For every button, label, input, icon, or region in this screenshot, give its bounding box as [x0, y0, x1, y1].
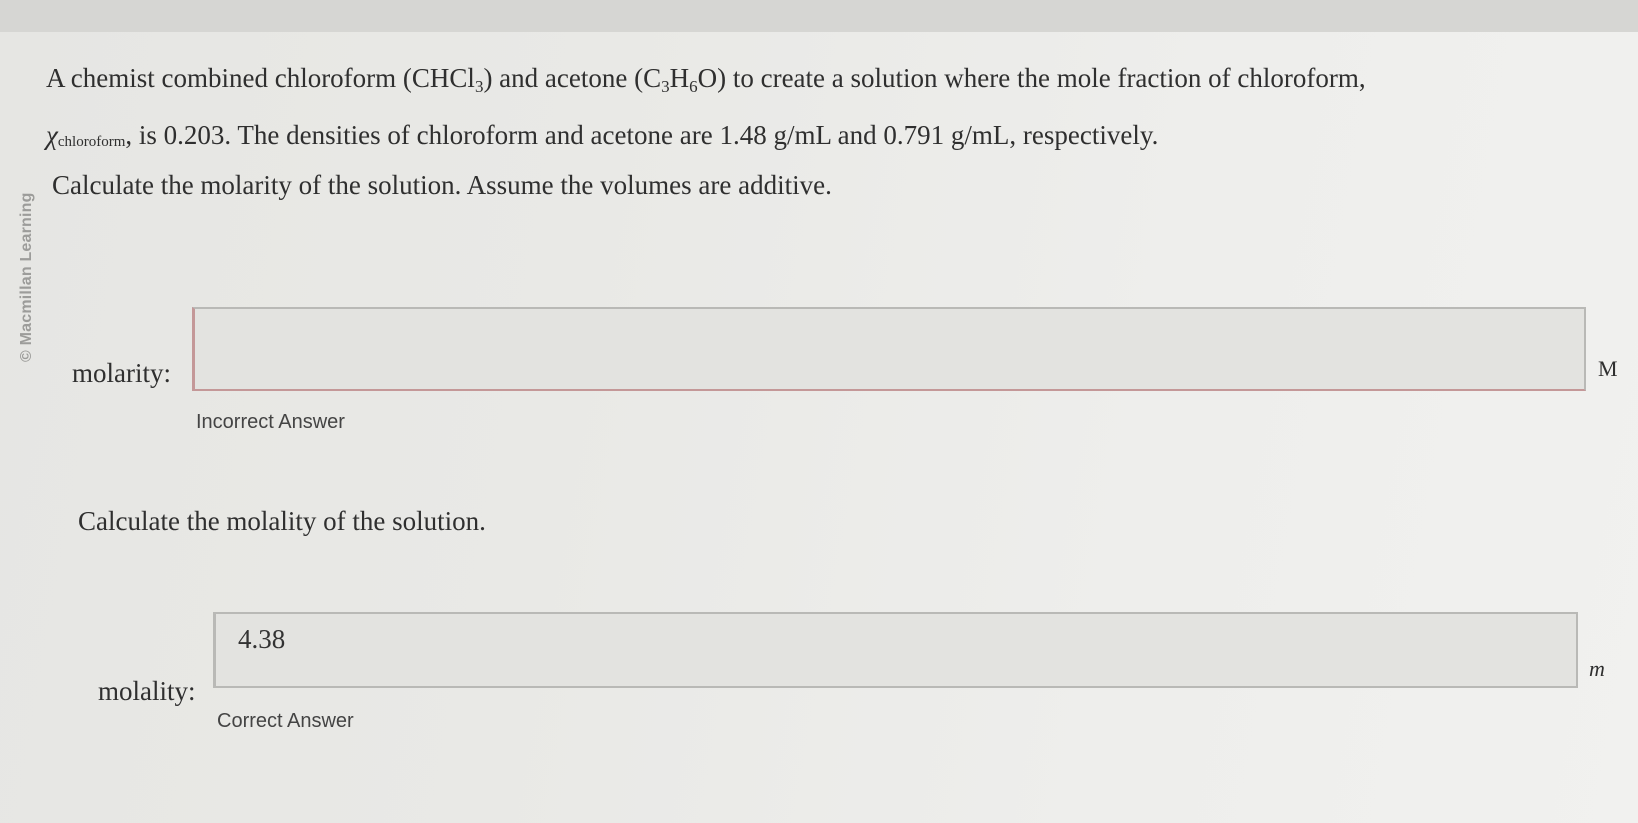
- mole-fraction-subscript: chloroform: [57, 134, 126, 150]
- molarity-feedback: Incorrect Answer: [196, 411, 345, 433]
- molarity-unit: M: [1598, 356, 1618, 381]
- mole-fraction-symbol: χ: [46, 120, 58, 150]
- problem-text-h: H: [669, 63, 690, 93]
- molarity-answer-box: [192, 307, 1586, 391]
- molality-answer-box: [213, 612, 1578, 688]
- molality-feedback: Correct Answer: [217, 710, 354, 732]
- subscript-c: 3: [661, 77, 670, 96]
- molality-unit: m: [1589, 656, 1605, 681]
- molality-input[interactable]: [216, 614, 1576, 686]
- problem-text-a: A chemist combined chloroform (CHCl: [46, 63, 475, 93]
- copyright-watermark: © Macmillan Learning: [18, 192, 35, 362]
- subscript-h: 6: [689, 77, 698, 96]
- problem-statement: A chemist combined chloroform (CHCl 3) an…: [46, 54, 1596, 166]
- problem-text-d: , is 0.203. The densities of chloroform …: [125, 120, 1159, 150]
- top-bar: [0, 0, 1638, 32]
- molality-prompt: Calculate the molality of the solution.: [78, 506, 486, 536]
- problem-line-2: χchloroform, is 0.203. The densities of …: [46, 111, 1596, 166]
- molarity-input[interactable]: [195, 309, 1584, 389]
- problem-text-c: O) to create a solution where the mole f…: [697, 63, 1366, 93]
- molality-label: molality:: [98, 676, 196, 706]
- molarity-label: molarity:: [72, 358, 171, 388]
- problem-text-b: ) and acetone (C: [483, 63, 662, 93]
- molarity-prompt: Calculate the molarity of the solution. …: [52, 170, 832, 200]
- problem-line-1: A chemist combined chloroform (CHCl 3) an…: [46, 54, 1596, 111]
